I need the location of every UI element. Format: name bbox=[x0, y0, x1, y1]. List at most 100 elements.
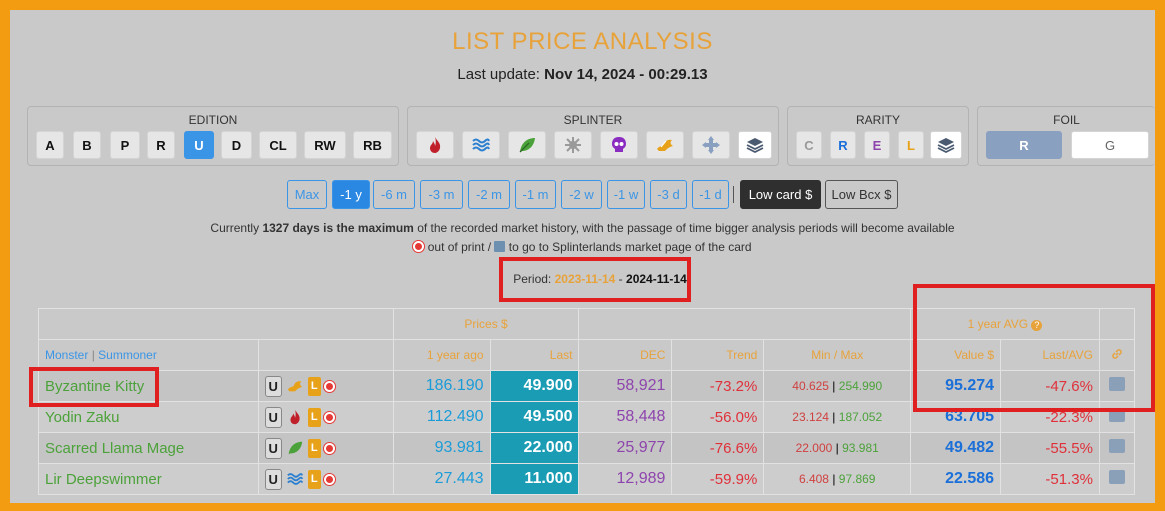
price-year-ago: 93.981 bbox=[392, 432, 491, 464]
last-update: Last update: Nov 14, 2024 - 00:29.13 bbox=[457, 66, 708, 83]
card-attributes: UL bbox=[257, 370, 394, 402]
rarity-all-button[interactable] bbox=[930, 131, 962, 159]
period-to: 2024-11-14 bbox=[626, 272, 687, 286]
lastavg-column-header[interactable]: Last/AVG bbox=[1000, 339, 1100, 371]
period-1w-button[interactable]: -1 w bbox=[607, 180, 645, 209]
water-icon bbox=[286, 473, 303, 485]
edition-button-u[interactable]: U bbox=[184, 131, 214, 159]
table-row: Lir Deepswimmer U L 27.443 11.000 12,989 -59.9… bbox=[38, 463, 1136, 495]
dec-column-header[interactable]: DEC bbox=[578, 339, 673, 371]
rarity-badge: L bbox=[307, 376, 321, 396]
fire-icon bbox=[290, 409, 300, 425]
rarity-filter: RARITY C R E L bbox=[787, 106, 969, 166]
card-name[interactable]: Scarred Llama Mage bbox=[38, 432, 259, 464]
min-max: 22.000 | 93.981 bbox=[763, 432, 912, 464]
rarity-button-c[interactable]: C bbox=[796, 131, 822, 159]
min-max: 40.625 | 254.990 bbox=[763, 370, 912, 402]
avg-value: 22.586 bbox=[910, 463, 1002, 495]
prices-group-header: Prices $ bbox=[392, 308, 580, 340]
trend-value: -56.0% bbox=[671, 401, 765, 433]
period-2m-button[interactable]: -2 m bbox=[468, 180, 510, 209]
edition-button-rb[interactable]: RB bbox=[353, 131, 392, 159]
edition-button-b[interactable]: B bbox=[73, 131, 101, 159]
last-avg: -51.3% bbox=[1000, 463, 1100, 495]
splinter-death-button[interactable] bbox=[600, 131, 638, 159]
splinter-neutral-button[interactable] bbox=[692, 131, 730, 159]
death-icon bbox=[612, 137, 626, 152]
edition-button-a[interactable]: A bbox=[36, 131, 64, 159]
splinter-earth-button[interactable] bbox=[508, 131, 546, 159]
external-link-icon[interactable] bbox=[1108, 439, 1125, 453]
market-link[interactable] bbox=[1098, 401, 1136, 433]
table-row: Byzantine Kitty U L 186.190 49.900 58,921 -73.… bbox=[38, 370, 1136, 402]
period-1m-button[interactable]: -1 m bbox=[515, 180, 556, 209]
foil-label: FOIL bbox=[1053, 113, 1080, 127]
help-icon[interactable]: ? bbox=[1031, 320, 1043, 331]
rarity-badge: L bbox=[307, 469, 321, 489]
low-card-button[interactable]: Low card $ bbox=[740, 180, 821, 209]
edition-label: EDITION bbox=[188, 113, 238, 127]
market-link[interactable] bbox=[1098, 370, 1136, 402]
last-avg: -22.3% bbox=[1000, 401, 1100, 433]
splinter-life-button[interactable] bbox=[554, 131, 592, 159]
avg-group-header: 1 year AVG ? bbox=[910, 308, 1100, 340]
external-link-icon[interactable] bbox=[1108, 408, 1125, 422]
low-bcx-button[interactable]: Low Bcx $ bbox=[825, 180, 898, 209]
dragon-icon bbox=[657, 139, 673, 151]
price-last: 49.500 bbox=[489, 401, 580, 433]
rarity-button-r[interactable]: R bbox=[830, 131, 856, 159]
period-1d-button[interactable]: -1 d bbox=[692, 180, 729, 209]
foil-button-gold[interactable]: G bbox=[1071, 131, 1149, 159]
monster-column-header[interactable]: Monster | Summoner bbox=[38, 339, 259, 371]
splinter-all-button[interactable] bbox=[738, 131, 772, 159]
splinter-fire-button[interactable] bbox=[416, 131, 454, 159]
external-link-icon[interactable] bbox=[1108, 377, 1125, 391]
period-3d-button[interactable]: -3 d bbox=[650, 180, 687, 209]
price-dec: 12,989 bbox=[578, 463, 673, 495]
all-layers-icon bbox=[937, 138, 955, 154]
card-attributes: UL bbox=[257, 463, 394, 495]
history-info: Currently 1327 days is the maximum of th… bbox=[210, 221, 955, 235]
avg-value: 95.274 bbox=[910, 370, 1002, 402]
card-name[interactable]: Byzantine Kitty bbox=[38, 370, 259, 402]
rarity-button-e[interactable]: E bbox=[864, 131, 890, 159]
card-name[interactable]: Lir Deepswimmer bbox=[38, 463, 259, 495]
period-6m-button[interactable]: -6 m bbox=[373, 180, 415, 209]
foil-button-regular[interactable]: R bbox=[986, 131, 1062, 159]
all-layers-icon bbox=[746, 138, 764, 154]
edition-button-r[interactable]: R bbox=[147, 131, 175, 159]
edition-button-rw[interactable]: RW bbox=[304, 131, 346, 159]
value-column-header[interactable]: Value $ bbox=[910, 339, 1002, 371]
period-max-button[interactable]: Max bbox=[287, 180, 327, 209]
dragon-icon bbox=[287, 381, 302, 392]
period-2w-button[interactable]: -2 w bbox=[561, 180, 602, 209]
edition-button-p[interactable]: P bbox=[110, 131, 140, 159]
splinter-water-button[interactable] bbox=[462, 131, 500, 159]
trend-value: -73.2% bbox=[671, 370, 765, 402]
min-max: 23.124 | 187.052 bbox=[763, 401, 912, 433]
trend-value: -59.9% bbox=[671, 463, 765, 495]
last-column-header[interactable]: Last bbox=[489, 339, 580, 371]
market-link[interactable] bbox=[1098, 432, 1136, 464]
out-of-print-icon bbox=[413, 241, 425, 252]
edition-badge: U bbox=[264, 375, 282, 397]
avg-value: 63.705 bbox=[910, 401, 1002, 433]
market-link[interactable] bbox=[1098, 463, 1136, 495]
splinter-label: SPLINTER bbox=[563, 113, 623, 127]
period-divider bbox=[733, 186, 734, 203]
price-dec: 25,977 bbox=[578, 432, 673, 464]
edition-button-d[interactable]: D bbox=[221, 131, 252, 159]
external-link-icon[interactable] bbox=[1108, 470, 1125, 484]
period-1y-button[interactable]: -1 y bbox=[332, 180, 370, 209]
splinter-dragon-button[interactable] bbox=[646, 131, 684, 159]
ago-column-header[interactable]: 1 year ago bbox=[392, 339, 491, 371]
period-3m-button[interactable]: -3 m bbox=[420, 180, 463, 209]
card-name[interactable]: Yodin Zaku bbox=[38, 401, 259, 433]
last-update-value: Nov 14, 2024 - 00:29.13 bbox=[544, 66, 708, 83]
trend-column-header[interactable]: Trend bbox=[671, 339, 765, 371]
rarity-button-l[interactable]: L bbox=[898, 131, 924, 159]
water-icon bbox=[472, 138, 490, 152]
minmax-column-header[interactable]: Min / Max bbox=[763, 339, 912, 371]
edition-button-cl[interactable]: CL bbox=[259, 131, 297, 159]
period-range: Period: 2023-11-14 - 2024-11-14 bbox=[513, 272, 687, 286]
